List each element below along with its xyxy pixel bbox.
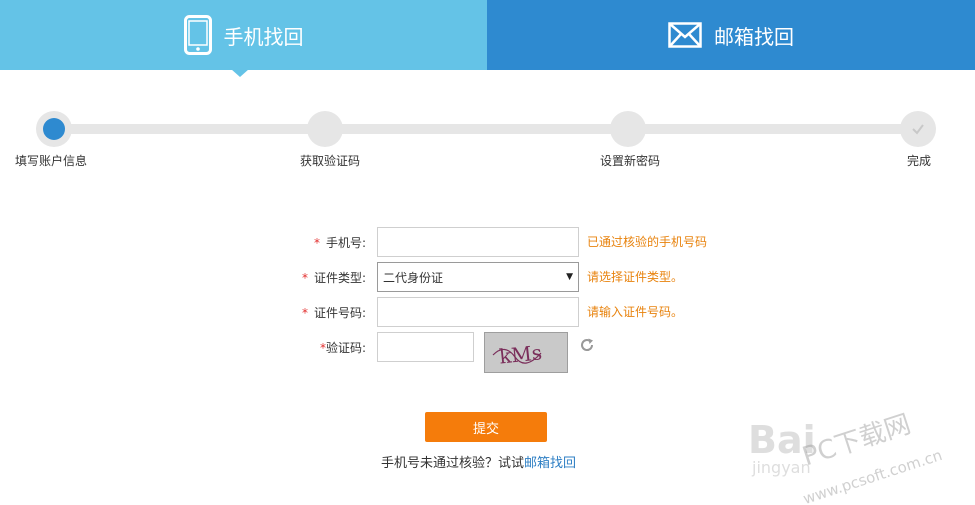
site-url-watermark: www.pcsoft.com.cn: [800, 446, 945, 505]
check-icon: [912, 124, 924, 135]
captcha-input-wrap: [377, 332, 474, 362]
step-4-circle: [900, 111, 936, 147]
baidu-watermark: Bai: [748, 418, 816, 462]
step-1-circle: [36, 111, 72, 147]
required-mark: *: [313, 235, 320, 250]
id-type-hint: 请选择证件类型。: [587, 270, 684, 284]
phone-icon: [183, 15, 212, 55]
submit-button[interactable]: 提交: [425, 412, 547, 442]
mail-icon: [668, 22, 702, 48]
active-tab-pointer: [231, 69, 249, 77]
id-type-select-wrap: 二代身份证 ▼: [377, 262, 579, 292]
current-step-dot: [43, 118, 65, 140]
id-type-selected: 二代身份证: [383, 270, 444, 285]
required-mark: *: [301, 305, 308, 320]
id-number-input[interactable]: [377, 297, 579, 327]
phone-input[interactable]: [377, 227, 579, 257]
captcha-row: *验证码: kMs: [270, 332, 594, 373]
footer-text: 手机号未通过核验？试试: [381, 456, 525, 471]
step-3-label: 设置新密码: [600, 154, 661, 168]
captcha-label: *验证码:: [319, 340, 366, 355]
id-type-label: * 证件类型:: [301, 270, 366, 285]
captcha-input[interactable]: [377, 332, 474, 362]
required-mark: *: [301, 270, 308, 285]
phone-input-wrap: [377, 227, 579, 257]
tab-email-recovery[interactable]: 邮箱找回: [487, 0, 975, 70]
id-number-input-wrap: [377, 297, 579, 327]
recovery-tabs: 手机找回 邮箱找回: [0, 0, 975, 77]
captcha-graphic: kMs: [492, 340, 543, 369]
step-1-label: 填写账户信息: [15, 154, 88, 168]
step-3-circle: [610, 111, 646, 147]
phone-label: * 手机号:: [313, 235, 366, 250]
tab-email-label: 邮箱找回: [714, 24, 794, 49]
phone-row: * 手机号: 已通过核验的手机号码: [270, 227, 707, 257]
step-2-circle: [307, 111, 343, 147]
step-2-label: 获取验证码: [300, 154, 361, 168]
phone-hint: 已通过核验的手机号码: [587, 235, 708, 249]
site-watermark: PC下载网: [798, 409, 915, 473]
captcha-text: kMs: [498, 340, 543, 368]
captcha-image[interactable]: kMs: [484, 332, 568, 373]
dropdown-arrow-icon: ▼: [566, 272, 573, 282]
id-type-row: * 证件类型: 二代身份证 ▼ 请选择证件类型。: [270, 262, 683, 292]
id-type-select[interactable]: 二代身份证 ▼: [377, 262, 579, 292]
id-number-label: * 证件号码:: [301, 305, 366, 320]
jingyan-watermark: jingyan: [752, 458, 811, 477]
id-number-hint: 请输入证件号码。: [587, 305, 684, 319]
footer-note: 手机号未通过核验？试试邮箱找回: [381, 452, 576, 471]
step-4-label: 完成: [907, 154, 932, 168]
refresh-icon[interactable]: [578, 336, 596, 354]
id-number-row: * 证件号码: 请输入证件号码。: [270, 297, 683, 327]
email-recovery-link[interactable]: 邮箱找回: [524, 456, 576, 471]
progress-track: [55, 124, 920, 134]
tab-phone-label: 手机找回: [223, 24, 304, 49]
tab-phone-recovery[interactable]: 手机找回: [0, 0, 487, 77]
